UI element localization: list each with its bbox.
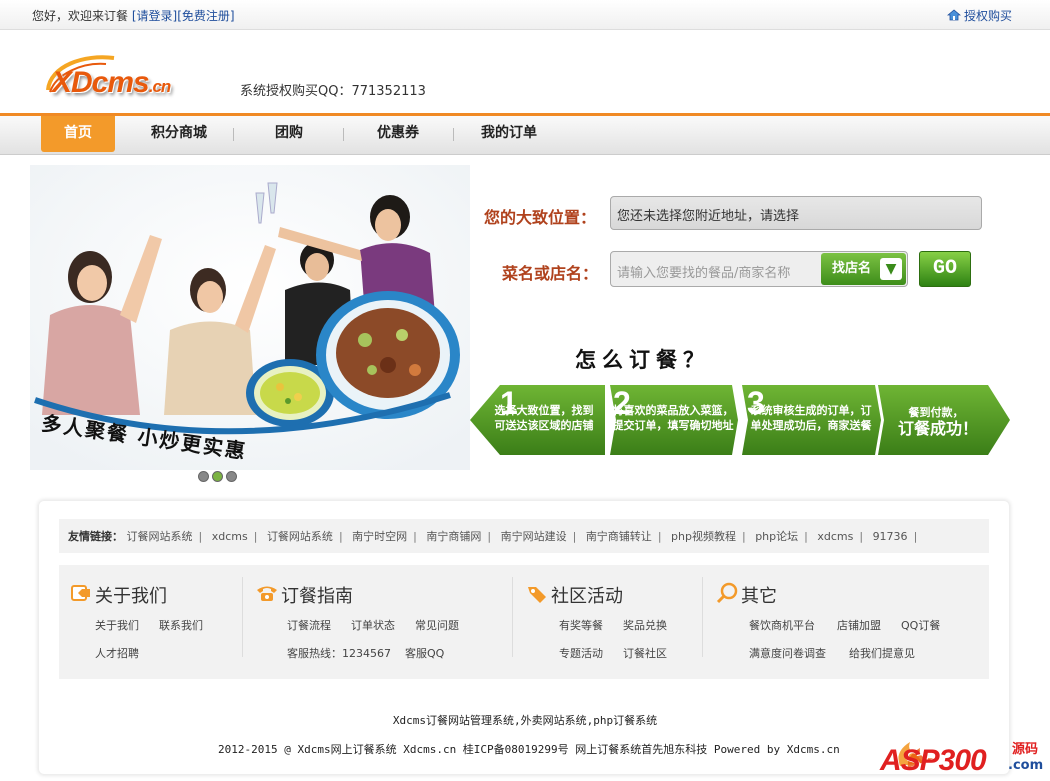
banner-pager <box>198 471 240 485</box>
footer-link[interactable]: 专题活动 <box>559 645 603 661</box>
watermark-logo: ASP300 源码 .com <box>880 734 1045 780</box>
footer-copyright: 2012-2015 @ Xdcms网上订餐系统 Xdcms.cn 桂ICP备08… <box>218 743 840 756</box>
watermark-suffix: 源码 <box>1012 742 1039 757</box>
banner-dot-1[interactable] <box>198 471 209 482</box>
step-3: 3 系统审核生成的订单，订单处理成功后，商家送餐 <box>742 385 878 455</box>
friend-link[interactable]: xdcms <box>212 530 248 543</box>
column-community-title: 社区活动 <box>551 586 623 607</box>
footer-link[interactable]: 订单状态 <box>351 617 395 633</box>
step-1: 1 选择大致位置，找到可送达该区域的店铺 <box>470 385 605 455</box>
welcome-text: 您好，欢迎来订餐 [请登录][免费注册] <box>32 7 235 24</box>
footer-link[interactable]: 客服热线：1234567 <box>287 645 391 661</box>
logo-suffix: .cn <box>148 77 172 96</box>
footer-link[interactable]: 关于我们 <box>95 617 139 633</box>
tag-icon <box>528 587 546 603</box>
friend-link[interactable]: xdcms <box>817 530 853 543</box>
step-4-text-big: 订餐成功！ <box>897 419 978 438</box>
step-4: 餐到付款， 订餐成功！ <box>884 385 1004 455</box>
footer-link[interactable]: 常见问题 <box>415 617 459 633</box>
auth-buy-label: 授权购买 <box>963 9 1012 23</box>
footer-link[interactable]: 订餐社区 <box>623 645 667 661</box>
footer-keywords: Xdcms订餐网站管理系统,外卖网站系统,php订餐系统 <box>392 714 658 727</box>
watermark-domain: .com <box>1008 758 1044 773</box>
footer-link[interactable]: 给我们提意见 <box>849 645 915 661</box>
step-4-text-small: 餐到付款， <box>908 406 964 419</box>
nav-divider <box>233 128 234 141</box>
friend-links: 友情链接： 订餐网站系统 | xdcms | 订餐网站系统 | 南宁时空网 | 南宁商铺… <box>59 519 989 553</box>
logo-text: XDcms <box>52 66 150 99</box>
promo-banner[interactable]: 多人聚餐 小炒更实惠 <box>30 165 470 470</box>
footer-link[interactable]: 客服QQ <box>405 645 444 661</box>
friend-links-label: 友情链接： <box>68 530 123 543</box>
nav-divider <box>453 128 454 141</box>
nav-home[interactable]: 首页 <box>41 116 115 152</box>
watermark-brand: ASP300 <box>880 744 987 777</box>
qq-text: 系统授权购买QQ：771352113 <box>240 84 426 99</box>
nav-group-buy[interactable]: 团购 <box>262 116 316 152</box>
step-2: 2 将喜欢的菜品放入菜篮，提交订单，填写确切地址 <box>610 385 738 455</box>
column-about: 关于我们 关于我们 联系我们 人才招聘 <box>69 565 239 679</box>
column-guide-title: 订餐指南 <box>281 586 353 607</box>
column-other: 其它 餐饮商机平台 店铺加盟 QQ订餐 满意度问卷调查 给我们提意见 <box>715 565 975 679</box>
find-by-shop-dropdown[interactable]: 找店名 ▼ <box>821 253 906 285</box>
footer-link[interactable]: 奖品兑换 <box>623 617 667 633</box>
footer-links-panel: 友情链接： 订餐网站系统 | xdcms | 订餐网站系统 | 南宁时空网 | 南宁商铺… <box>38 500 1010 775</box>
find-by-shop-label: 找店名 <box>832 261 872 276</box>
phone-icon <box>257 586 277 601</box>
step-2-text: 将喜欢的菜品放入菜篮，提交订单，填写确切地址 <box>612 404 734 432</box>
friend-link[interactable]: 南宁商铺网 <box>426 530 481 543</box>
footer-link[interactable]: 人才招聘 <box>95 645 139 661</box>
column-other-title: 其它 <box>741 586 777 607</box>
friend-link[interactable]: 南宁网站建设 <box>501 530 567 543</box>
register-link[interactable]: [免费注册] <box>177 9 234 23</box>
friend-link[interactable]: php视频教程 <box>671 530 736 543</box>
nav-points-mall[interactable]: 积分商城 <box>140 116 218 152</box>
friend-link[interactable]: 订餐网站系统 <box>267 530 333 543</box>
banner-dot-3[interactable] <box>226 471 237 482</box>
watermark-text: ASP300 <box>880 744 987 778</box>
order-steps: 1 选择大致位置，找到可送达该区域的店铺 2 将喜欢的菜品放入菜篮，提交订单，填… <box>470 385 1015 457</box>
column-divider <box>242 577 243 657</box>
column-divider <box>702 577 703 657</box>
footer-link[interactable]: 店铺加盟 <box>837 617 881 633</box>
footer-link[interactable]: 有奖等餐 <box>559 617 603 633</box>
column-community: 社区活动 有奖等餐 奖品兑换 专题活动 订餐社区 <box>525 565 705 679</box>
footer-link[interactable]: 餐饮商机平台 <box>749 617 815 633</box>
location-select[interactable]: 您还未选择您附近地址，请选择 <box>610 196 982 230</box>
home-icon <box>946 9 961 21</box>
footer-link[interactable]: 订餐流程 <box>287 617 331 633</box>
nav-coupons[interactable]: 优惠券 <box>368 116 428 152</box>
footer-columns: 关于我们 关于我们 联系我们 人才招聘 订餐指南 订餐流程 订单状态 常见问题 … <box>59 565 989 679</box>
column-guide: 订餐指南 订餐流程 订单状态 常见问题 客服热线：1234567 客服QQ <box>255 565 515 679</box>
step-3-text: 系统审核生成的订单，订单处理成功后，商家送餐 <box>750 404 872 432</box>
friend-link[interactable]: 订餐网站系统 <box>127 530 193 543</box>
how-to-order-title: 怎么订餐？ <box>575 348 710 372</box>
column-divider <box>512 577 513 657</box>
friend-link[interactable]: 南宁时空网 <box>352 530 407 543</box>
friend-link[interactable]: php论坛 <box>755 530 798 543</box>
site-logo[interactable]: XDcms.cn <box>44 52 204 108</box>
login-link[interactable]: [请登录] <box>132 9 177 23</box>
footer-link[interactable]: 联系我们 <box>159 617 203 633</box>
footer-link[interactable]: QQ订餐 <box>901 617 940 633</box>
location-label: 您的大致位置： <box>484 208 597 227</box>
banner-dot-2[interactable] <box>212 471 223 482</box>
step-1-text: 选择大致位置，找到可送达该区域的店铺 <box>494 404 594 432</box>
about-icon <box>71 585 90 601</box>
welcome-message: 您好，欢迎来订餐 <box>32 9 129 23</box>
footer-link[interactable]: 满意度问卷调查 <box>749 645 826 661</box>
friend-link[interactable]: 南宁商铺转让 <box>586 530 652 543</box>
nav-my-orders[interactable]: 我的订单 <box>472 116 546 152</box>
header: XDcms.cn 系统授权购买QQ：771352113 <box>0 30 1050 114</box>
auth-buy-link[interactable]: 授权购买 <box>946 7 1012 24</box>
keyword-label: 菜名或店名： <box>502 264 599 283</box>
magnifier-icon <box>716 582 738 604</box>
main-nav: 首页 积分商城 团购 优惠券 我的订单 <box>0 113 1050 155</box>
chevron-down-icon: ▼ <box>880 258 902 280</box>
top-bar: 您好，欢迎来订餐 [请登录][免费注册] 授权购买 <box>0 0 1050 30</box>
friend-link[interactable]: 91736 <box>873 530 908 543</box>
nav-divider <box>343 128 344 141</box>
go-button[interactable]: GO <box>919 251 971 287</box>
column-about-title: 关于我们 <box>95 586 167 607</box>
